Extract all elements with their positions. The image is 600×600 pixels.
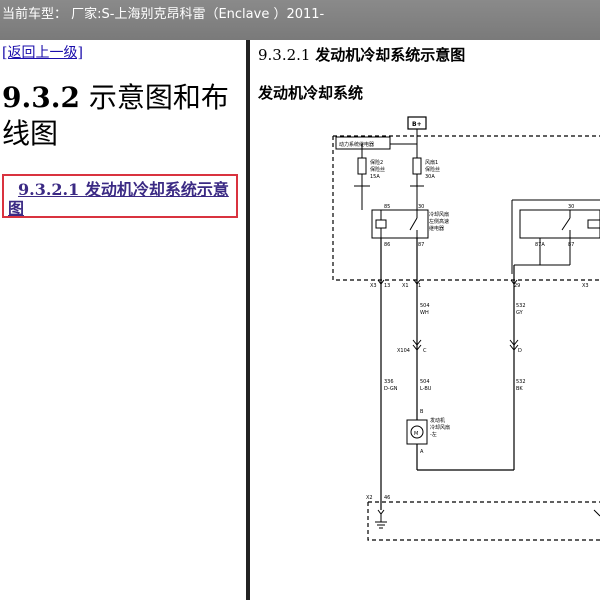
wire-504b-color: L-BU xyxy=(420,386,432,392)
section-heading: 9.3.2 示意图和布线图 xyxy=(2,80,242,152)
relay-label1: 冷却风扇 xyxy=(429,211,449,218)
conn-x104: X104 xyxy=(397,348,410,354)
conn-x3: X3 xyxy=(370,283,377,289)
module-border xyxy=(332,135,600,281)
fuse2-amp: 15A xyxy=(370,174,380,180)
pin86: 86 xyxy=(384,242,390,248)
wire-532-num: 532 xyxy=(516,303,526,309)
wire-532-color: GY xyxy=(516,310,524,316)
wiring-diagram: B+ 动力系统继电器 保险2 保险丝 15A 风扇1 保险丝 30A 85 30 xyxy=(332,116,600,541)
motor-m: M xyxy=(414,431,418,437)
section-number: 9.3.2 xyxy=(2,81,80,114)
fuse1-label1: 风扇1 xyxy=(425,159,438,166)
fuse2-label2: 保险丝 xyxy=(370,166,385,173)
motor-label1: 发动机 xyxy=(430,417,445,424)
toc-pane: [返回上一级] 9.3.2 示意图和布线图 9.3.2.1 发动机冷却系统示意图 xyxy=(0,40,246,600)
relay-label3: 继电器 xyxy=(429,225,444,232)
conn-x1-29: 29 xyxy=(514,283,520,289)
motor-pin-a: A xyxy=(420,449,424,455)
toc-link-cooling-schematic[interactable]: 9.3.2.1 发动机冷却系统示意图 xyxy=(8,180,244,218)
fuse1-amp: 30A xyxy=(425,174,435,180)
back-link[interactable]: [返回上一级] xyxy=(2,42,83,62)
conn-x2: X2 xyxy=(366,495,373,501)
motor-label2: 冷却风扇 xyxy=(430,424,450,431)
relay-label2: 左侧高速 xyxy=(429,218,449,225)
title-bar: 当前车型： 厂家:S-上海别克昂科雷（Enclave ）2011- xyxy=(0,0,600,40)
conn-x3-13: 13 xyxy=(384,283,390,289)
vehicle-title: 当前车型： 厂家:S-上海别克昂科雷（Enclave ）2011- xyxy=(2,7,325,22)
wire-532b-color: BK xyxy=(516,386,523,392)
pin30b: 30 xyxy=(568,204,574,210)
pin85: 85 xyxy=(384,204,390,210)
conn-x104-c: C xyxy=(423,348,427,354)
wire-504-color: WH xyxy=(420,310,429,316)
pin87b: 87 xyxy=(568,242,574,248)
conn-x1: X1 xyxy=(402,283,409,289)
pin87: 87 xyxy=(418,242,424,248)
fuse2-label1: 保险2 xyxy=(370,159,383,166)
motor-pin-b: B xyxy=(420,409,424,415)
conn-x3b: X3 xyxy=(582,283,589,289)
wire-504b-num: 504 xyxy=(420,379,430,385)
wire-504-num: 504 xyxy=(420,303,430,309)
conn-x104-d: D xyxy=(518,348,522,354)
fuse1-label2: 保险丝 xyxy=(425,166,440,173)
wire-532b-num: 532 xyxy=(516,379,526,385)
relay-box-text: 动力系统继电器 xyxy=(339,141,374,148)
b-plus-label: B+ xyxy=(412,121,422,128)
lower-module-border xyxy=(367,501,600,541)
fuse1-symbol xyxy=(412,157,422,175)
wire-336-num: 336 xyxy=(384,379,394,385)
conn-x2-46: 46 xyxy=(384,495,390,501)
fuse2-symbol xyxy=(357,157,367,175)
toc-selected-item[interactable]: 9.3.2.1 发动机冷却系统示意图 xyxy=(2,174,238,218)
wire-336-color: D-GN xyxy=(384,386,398,392)
conn-x1-1: 1 xyxy=(418,283,421,289)
motor-label3: -左 xyxy=(430,431,437,438)
pin30a: 30 xyxy=(418,204,424,210)
content-pane: 9.3.2.1 发动机冷却系统示意图 发动机冷却系统 B+ 动力系统继电器 保险… xyxy=(250,40,600,600)
